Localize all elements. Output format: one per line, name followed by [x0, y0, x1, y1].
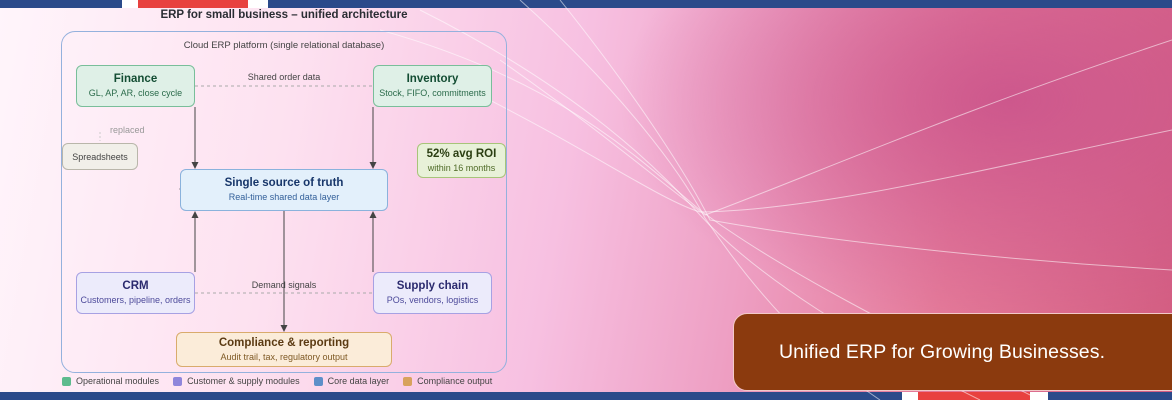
demand-signals-label: Demand signals [251, 280, 317, 290]
finance-node: Finance GL, AP, AR, close cycle [76, 65, 195, 107]
compliance-title: Compliance & reporting [218, 336, 350, 349]
supply-subtitle: POs, vendors, logistics [386, 295, 479, 305]
legend-item-core-data: Core data layer [313, 376, 390, 386]
crm-subtitle: Customers, pipeline, orders [80, 295, 191, 305]
compliance-subtitle: Audit trail, tax, regulatory output [220, 351, 348, 362]
roi-node: 52% avg ROI within 16 months [417, 143, 506, 178]
crm-title: CRM [122, 280, 149, 292]
legend-label-customer-supply: Customer & supply modules [187, 376, 300, 386]
legend-swatch-compliance [403, 376, 413, 386]
replaced-label: replaced [110, 125, 145, 135]
legend-item-operational: Operational modules [62, 376, 159, 386]
inventory-title: Inventory [406, 73, 459, 85]
legend-swatch-core-data [313, 376, 323, 386]
finance-title: Finance [113, 73, 158, 85]
single-source-of-truth-node: Single source of truth Real-time shared … [180, 169, 388, 211]
spreadsheets-title: Spreadsheets [72, 151, 128, 162]
supply-chain-node: Supply chain POs, vendors, logistics [373, 272, 492, 314]
supply-title: Supply chain [396, 280, 469, 292]
roi-subtitle: within 16 months [427, 162, 496, 173]
inventory-node: Inventory Stock, FIFO, commitments [373, 65, 492, 107]
spreadsheets-node: Spreadsheets [62, 143, 138, 170]
finance-subtitle: GL, AP, AR, close cycle [88, 88, 183, 98]
legend-label-core-data: Core data layer [327, 376, 390, 386]
legend-swatch-operational [62, 376, 71, 386]
roi-title: 52% avg ROI [426, 147, 497, 160]
legend-item-customer-supply: Customer & supply modules [173, 376, 300, 386]
legend-swatch-customer-supply [173, 376, 183, 386]
inventory-subtitle: Stock, FIFO, commitments [379, 88, 486, 98]
crm-node: CRM Customers, pipeline, orders [76, 272, 195, 314]
shared-order-data-label: Shared order data [247, 72, 321, 82]
truth-title: Single source of truth [224, 177, 344, 189]
cta-text: Unified ERP for Growing Businesses. [779, 341, 1106, 363]
legend-label-operational: Operational modules [76, 376, 160, 386]
legend: Operational modules Customer & supply mo… [62, 376, 492, 386]
truth-subtitle: Real-time shared data layer [228, 192, 340, 202]
compliance-node: Compliance & reporting Audit trail, tax,… [176, 332, 392, 367]
legend-item-compliance: Compliance output [403, 376, 492, 386]
legend-label-compliance: Compliance output [417, 376, 493, 386]
